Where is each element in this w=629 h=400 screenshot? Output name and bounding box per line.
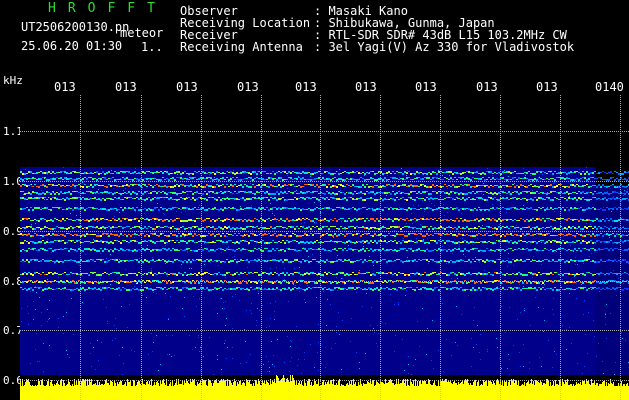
x-tick-label: 013	[476, 80, 498, 94]
x-tick-label: 013	[415, 80, 437, 94]
grid-vline	[560, 95, 562, 400]
grid-hline	[20, 131, 629, 133]
grid-vline	[380, 95, 382, 400]
grid-hline	[20, 380, 629, 382]
app-title: HROFFT	[48, 1, 167, 16]
grid-hline	[20, 231, 629, 233]
grid-vline	[201, 95, 203, 400]
x-tick-label: 013	[54, 80, 76, 94]
x-tick-label: 013	[355, 80, 377, 94]
grid-vline	[80, 95, 82, 400]
grid-hline	[20, 181, 629, 183]
grid-vline	[261, 95, 263, 400]
grid-vline	[620, 95, 622, 400]
tag-meteor: meteor	[120, 26, 164, 40]
grid-hline	[20, 281, 629, 283]
spectrogram-waterfall	[20, 95, 629, 400]
sequence: 1..	[141, 40, 163, 54]
grid-hline	[20, 330, 629, 332]
x-tick-label: 013	[176, 80, 198, 94]
axis-unit: kHz	[3, 74, 23, 87]
grid-vline	[320, 95, 322, 400]
x-tick-label: 013	[295, 80, 317, 94]
label-antenna: Receiving Antenna	[180, 40, 303, 54]
x-tick-label: 013	[237, 80, 259, 94]
value-antenna: : 3el Yagi(V) Az 330 for Vladivostok	[314, 40, 575, 54]
x-tick-label: 013	[115, 80, 137, 94]
x-tick-label: 0140	[595, 80, 624, 94]
grid-vline	[500, 95, 502, 400]
filename: UT2506200130.pn	[21, 20, 130, 34]
x-tick-label: 013	[536, 80, 558, 94]
grid-vline	[141, 95, 143, 400]
datetime: 25.06.20 01:30	[21, 39, 123, 53]
grid-vline	[440, 95, 442, 400]
